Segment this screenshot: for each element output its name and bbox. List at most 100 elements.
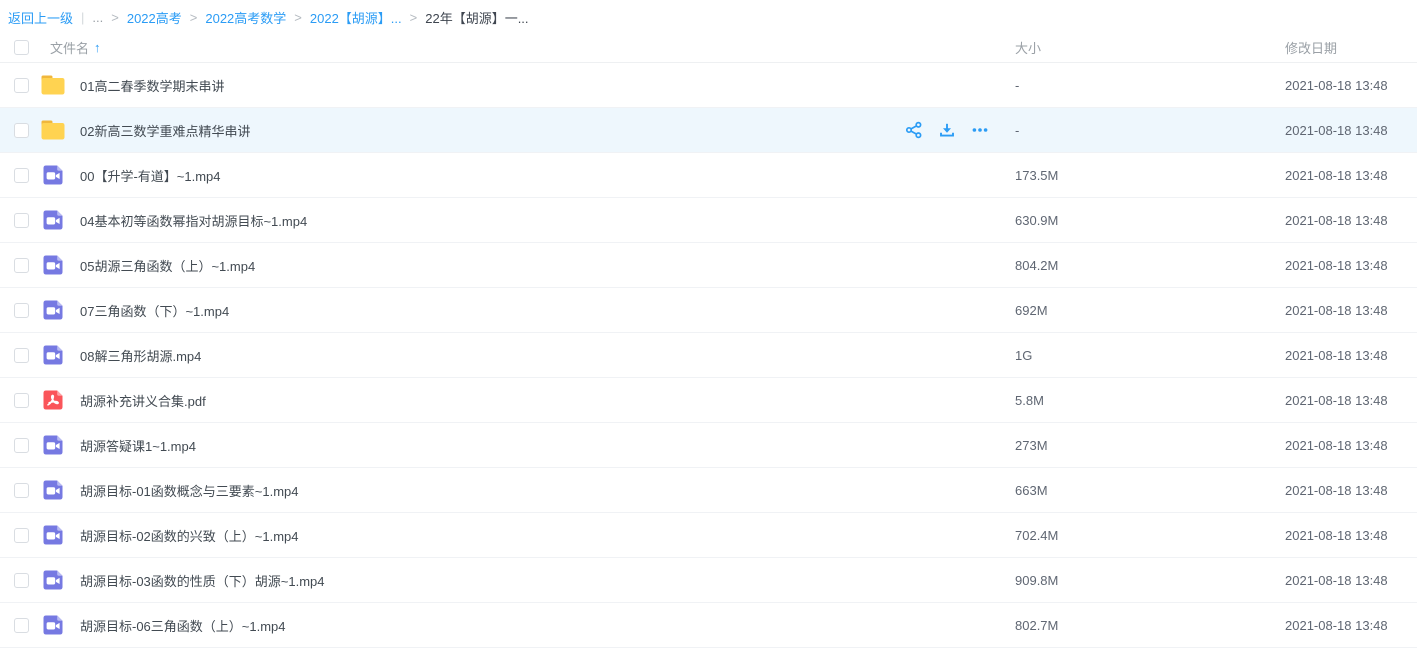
- column-header-date[interactable]: 修改日期: [1285, 38, 1417, 57]
- breadcrumb-item-2022gaokao[interactable]: 2022高考: [127, 8, 182, 27]
- share-icon[interactable]: [905, 121, 923, 139]
- table-row[interactable]: 胡源目标-01函数概念与三要素~1.mp4: [0, 468, 1417, 513]
- video-file-icon: [41, 433, 65, 457]
- sort-ascending-icon[interactable]: ↑: [94, 40, 101, 55]
- video-file-icon: [41, 478, 65, 502]
- file-size: 692M: [1015, 303, 1285, 318]
- table-row[interactable]: 胡源目标-06三角函数（上）~1.mp4: [0, 603, 1417, 648]
- file-date: 2021-08-18 13:48: [1285, 618, 1417, 633]
- file-type-icon: [40, 522, 66, 548]
- file-name-link[interactable]: 04基本初等函数幂指对胡源目标~1.mp4: [80, 211, 1015, 230]
- file-name-link[interactable]: 08解三角形胡源.mp4: [80, 346, 1015, 365]
- row-checkbox[interactable]: [14, 483, 29, 498]
- file-type-icon: [40, 252, 66, 278]
- table-row[interactable]: 04基本初等函数幂指对胡源目标~1.mp4: [0, 198, 1417, 243]
- video-file-icon: [41, 163, 65, 187]
- file-date: 2021-08-18 13:48: [1285, 528, 1417, 543]
- breadcrumb-chevron: >: [410, 10, 418, 25]
- breadcrumb-item-2022gaokao-math[interactable]: 2022高考数学: [205, 8, 286, 27]
- video-file-icon: [41, 568, 65, 592]
- breadcrumb-back-link[interactable]: 返回上一级: [8, 8, 73, 27]
- file-type-icon: [40, 342, 66, 368]
- breadcrumb-item-huyuan[interactable]: 2022【胡源】...: [310, 8, 402, 27]
- table-row[interactable]: 胡源答疑课1~1.mp4: [0, 423, 1417, 468]
- row-checkbox[interactable]: [14, 618, 29, 633]
- table-row[interactable]: 07三角函数（下）~1.mp4: [0, 288, 1417, 333]
- file-date: 2021-08-18 13:48: [1285, 303, 1417, 318]
- file-type-icon: [40, 612, 66, 638]
- table-row[interactable]: 01高二春季数学期末串讲: [0, 63, 1417, 108]
- table-row[interactable]: 胡源补充讲义合集.pdf: [0, 378, 1417, 423]
- table-row[interactable]: 02新高三数学重难点精华串讲: [0, 108, 1417, 153]
- table-row[interactable]: 胡源目标-03函数的性质（下）胡源~1.mp4: [0, 558, 1417, 603]
- row-checkbox[interactable]: [14, 528, 29, 543]
- file-date: 2021-08-18 13:48: [1285, 123, 1417, 138]
- file-type-icon: [40, 567, 66, 593]
- file-type-icon: [40, 117, 66, 143]
- breadcrumb-pipe-separator: |: [81, 10, 84, 25]
- file-name-link[interactable]: 胡源目标-01函数概念与三要素~1.mp4: [80, 481, 1015, 500]
- file-date: 2021-08-18 13:48: [1285, 393, 1417, 408]
- file-name-link[interactable]: 01高二春季数学期末串讲: [80, 76, 1015, 95]
- file-list: 01高二春季数学期末串讲: [0, 63, 1417, 648]
- file-size: 5.8M: [1015, 393, 1285, 408]
- table-row[interactable]: 胡源目标-02函数的兴致（上）~1.mp4: [0, 513, 1417, 558]
- row-checkbox[interactable]: [14, 438, 29, 453]
- table-row[interactable]: 00【升学-有道】~1.mp4: [0, 153, 1417, 198]
- file-date: 2021-08-18 13:48: [1285, 168, 1417, 183]
- file-type-icon: [40, 162, 66, 188]
- row-actions: [905, 121, 989, 139]
- row-checkbox[interactable]: [14, 258, 29, 273]
- row-checkbox[interactable]: [14, 213, 29, 228]
- video-file-icon: [41, 343, 65, 367]
- column-header-filename[interactable]: 文件名: [50, 38, 89, 57]
- file-name-link[interactable]: 胡源答疑课1~1.mp4: [80, 436, 1015, 455]
- file-size: 702.4M: [1015, 528, 1285, 543]
- row-checkbox[interactable]: [14, 78, 29, 93]
- file-name-link[interactable]: 胡源补充讲义合集.pdf: [80, 391, 1015, 410]
- row-checkbox[interactable]: [14, 303, 29, 318]
- row-checkbox[interactable]: [14, 168, 29, 183]
- file-size: 273M: [1015, 438, 1285, 453]
- file-type-icon: [40, 387, 66, 413]
- breadcrumb-chevron: >: [190, 10, 198, 25]
- file-type-icon: [40, 432, 66, 458]
- breadcrumb-chevron: >: [111, 10, 119, 25]
- video-file-icon: [41, 523, 65, 547]
- column-header-size[interactable]: 大小: [1015, 38, 1285, 57]
- row-checkbox[interactable]: [14, 573, 29, 588]
- file-size: 804.2M: [1015, 258, 1285, 273]
- list-header: 文件名 ↑ 大小 修改日期: [0, 33, 1417, 63]
- row-checkbox[interactable]: [14, 123, 29, 138]
- file-date: 2021-08-18 13:48: [1285, 213, 1417, 228]
- breadcrumb: 返回上一级 | ... > 2022高考 > 2022高考数学 > 2022【胡…: [0, 0, 1417, 33]
- folder-icon: [40, 119, 66, 141]
- file-name-link[interactable]: 胡源目标-03函数的性质（下）胡源~1.mp4: [80, 571, 1015, 590]
- file-size: -: [1015, 78, 1285, 93]
- more-icon[interactable]: [971, 121, 989, 139]
- file-type-icon: [40, 477, 66, 503]
- breadcrumb-ellipsis[interactable]: ...: [92, 10, 103, 25]
- video-file-icon: [41, 253, 65, 277]
- file-date: 2021-08-18 13:48: [1285, 258, 1417, 273]
- table-row[interactable]: 05胡源三角函数（上）~1.mp4: [0, 243, 1417, 288]
- file-name-link[interactable]: 胡源目标-06三角函数（上）~1.mp4: [80, 616, 1015, 635]
- video-file-icon: [41, 613, 65, 637]
- row-checkbox[interactable]: [14, 348, 29, 363]
- file-name-link[interactable]: 00【升学-有道】~1.mp4: [80, 166, 1015, 185]
- file-size: 630.9M: [1015, 213, 1285, 228]
- file-name-link[interactable]: 05胡源三角函数（上）~1.mp4: [80, 256, 1015, 275]
- table-row[interactable]: 08解三角形胡源.mp4: [0, 333, 1417, 378]
- file-type-icon: [40, 207, 66, 233]
- pdf-file-icon: [41, 388, 65, 412]
- row-checkbox[interactable]: [14, 393, 29, 408]
- file-name-link[interactable]: 07三角函数（下）~1.mp4: [80, 301, 1015, 320]
- file-name-link[interactable]: 胡源目标-02函数的兴致（上）~1.mp4: [80, 526, 1015, 545]
- file-date: 2021-08-18 13:48: [1285, 573, 1417, 588]
- file-name-link[interactable]: 02新高三数学重难点精华串讲: [80, 121, 905, 140]
- select-all-checkbox[interactable]: [14, 40, 29, 55]
- file-size: 173.5M: [1015, 168, 1285, 183]
- video-file-icon: [41, 298, 65, 322]
- download-icon[interactable]: [938, 121, 956, 139]
- file-size: 909.8M: [1015, 573, 1285, 588]
